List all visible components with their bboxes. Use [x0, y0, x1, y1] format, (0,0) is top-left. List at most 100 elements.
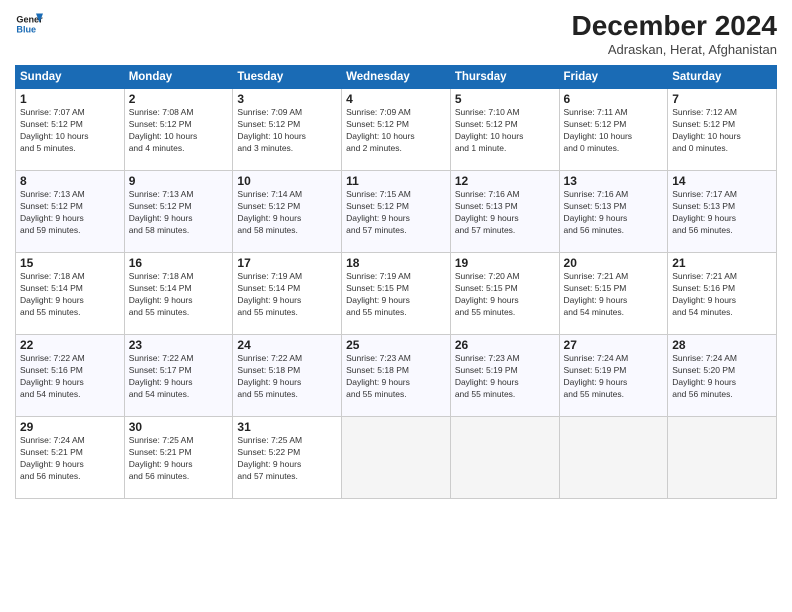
calendar-cell: 31Sunrise: 7:25 AMSunset: 5:22 PMDayligh…	[233, 417, 342, 499]
calendar-cell: 4Sunrise: 7:09 AMSunset: 5:12 PMDaylight…	[342, 89, 451, 171]
calendar-cell: 7Sunrise: 7:12 AMSunset: 5:12 PMDaylight…	[668, 89, 777, 171]
day-info: Sunrise: 7:13 AMSunset: 5:12 PMDaylight:…	[129, 189, 229, 237]
svg-text:Blue: Blue	[16, 24, 36, 34]
calendar-week-3: 15Sunrise: 7:18 AMSunset: 5:14 PMDayligh…	[16, 253, 777, 335]
day-info: Sunrise: 7:21 AMSunset: 5:15 PMDaylight:…	[564, 271, 664, 319]
day-info: Sunrise: 7:22 AMSunset: 5:18 PMDaylight:…	[237, 353, 337, 401]
day-info: Sunrise: 7:15 AMSunset: 5:12 PMDaylight:…	[346, 189, 446, 237]
day-info: Sunrise: 7:09 AMSunset: 5:12 PMDaylight:…	[346, 107, 446, 155]
day-info: Sunrise: 7:16 AMSunset: 5:13 PMDaylight:…	[455, 189, 555, 237]
calendar-cell: 20Sunrise: 7:21 AMSunset: 5:15 PMDayligh…	[559, 253, 668, 335]
day-number: 8	[20, 174, 120, 188]
day-number: 4	[346, 92, 446, 106]
day-info: Sunrise: 7:25 AMSunset: 5:22 PMDaylight:…	[237, 435, 337, 483]
day-number: 22	[20, 338, 120, 352]
calendar-cell: 8Sunrise: 7:13 AMSunset: 5:12 PMDaylight…	[16, 171, 125, 253]
day-number: 27	[564, 338, 664, 352]
weekday-header-monday: Monday	[124, 66, 233, 89]
calendar-cell: 15Sunrise: 7:18 AMSunset: 5:14 PMDayligh…	[16, 253, 125, 335]
day-number: 13	[564, 174, 664, 188]
weekday-header-friday: Friday	[559, 66, 668, 89]
day-number: 18	[346, 256, 446, 270]
calendar-cell: 14Sunrise: 7:17 AMSunset: 5:13 PMDayligh…	[668, 171, 777, 253]
calendar-cell: 21Sunrise: 7:21 AMSunset: 5:16 PMDayligh…	[668, 253, 777, 335]
day-number: 6	[564, 92, 664, 106]
logo-icon: General Blue	[15, 10, 43, 38]
day-info: Sunrise: 7:11 AMSunset: 5:12 PMDaylight:…	[564, 107, 664, 155]
calendar-cell: 28Sunrise: 7:24 AMSunset: 5:20 PMDayligh…	[668, 335, 777, 417]
day-number: 5	[455, 92, 555, 106]
calendar-cell: 22Sunrise: 7:22 AMSunset: 5:16 PMDayligh…	[16, 335, 125, 417]
day-number: 31	[237, 420, 337, 434]
day-info: Sunrise: 7:18 AMSunset: 5:14 PMDaylight:…	[129, 271, 229, 319]
calendar-container: General Blue December 2024 Adraskan, Her…	[0, 0, 792, 509]
day-number: 9	[129, 174, 229, 188]
day-info: Sunrise: 7:13 AMSunset: 5:12 PMDaylight:…	[20, 189, 120, 237]
calendar-cell: 27Sunrise: 7:24 AMSunset: 5:19 PMDayligh…	[559, 335, 668, 417]
calendar-cell: 26Sunrise: 7:23 AMSunset: 5:19 PMDayligh…	[450, 335, 559, 417]
day-number: 28	[672, 338, 772, 352]
calendar-week-5: 29Sunrise: 7:24 AMSunset: 5:21 PMDayligh…	[16, 417, 777, 499]
day-info: Sunrise: 7:09 AMSunset: 5:12 PMDaylight:…	[237, 107, 337, 155]
calendar-cell: 13Sunrise: 7:16 AMSunset: 5:13 PMDayligh…	[559, 171, 668, 253]
day-info: Sunrise: 7:07 AMSunset: 5:12 PMDaylight:…	[20, 107, 120, 155]
calendar-cell: 19Sunrise: 7:20 AMSunset: 5:15 PMDayligh…	[450, 253, 559, 335]
day-info: Sunrise: 7:20 AMSunset: 5:15 PMDaylight:…	[455, 271, 555, 319]
header: General Blue December 2024 Adraskan, Her…	[15, 10, 777, 57]
calendar-cell: 9Sunrise: 7:13 AMSunset: 5:12 PMDaylight…	[124, 171, 233, 253]
day-number: 20	[564, 256, 664, 270]
calendar-table: SundayMondayTuesdayWednesdayThursdayFrid…	[15, 65, 777, 499]
logo: General Blue	[15, 10, 43, 38]
day-info: Sunrise: 7:16 AMSunset: 5:13 PMDaylight:…	[564, 189, 664, 237]
day-number: 19	[455, 256, 555, 270]
day-info: Sunrise: 7:23 AMSunset: 5:19 PMDaylight:…	[455, 353, 555, 401]
calendar-cell	[668, 417, 777, 499]
day-number: 11	[346, 174, 446, 188]
calendar-cell	[450, 417, 559, 499]
calendar-week-4: 22Sunrise: 7:22 AMSunset: 5:16 PMDayligh…	[16, 335, 777, 417]
location-subtitle: Adraskan, Herat, Afghanistan	[572, 42, 777, 57]
calendar-cell: 24Sunrise: 7:22 AMSunset: 5:18 PMDayligh…	[233, 335, 342, 417]
calendar-cell	[342, 417, 451, 499]
day-info: Sunrise: 7:24 AMSunset: 5:20 PMDaylight:…	[672, 353, 772, 401]
calendar-cell: 2Sunrise: 7:08 AMSunset: 5:12 PMDaylight…	[124, 89, 233, 171]
day-info: Sunrise: 7:23 AMSunset: 5:18 PMDaylight:…	[346, 353, 446, 401]
day-number: 16	[129, 256, 229, 270]
title-block: December 2024 Adraskan, Herat, Afghanist…	[572, 10, 777, 57]
weekday-header-saturday: Saturday	[668, 66, 777, 89]
day-info: Sunrise: 7:25 AMSunset: 5:21 PMDaylight:…	[129, 435, 229, 483]
day-info: Sunrise: 7:19 AMSunset: 5:15 PMDaylight:…	[346, 271, 446, 319]
day-number: 1	[20, 92, 120, 106]
day-number: 25	[346, 338, 446, 352]
calendar-week-2: 8Sunrise: 7:13 AMSunset: 5:12 PMDaylight…	[16, 171, 777, 253]
day-number: 15	[20, 256, 120, 270]
calendar-cell: 16Sunrise: 7:18 AMSunset: 5:14 PMDayligh…	[124, 253, 233, 335]
day-info: Sunrise: 7:10 AMSunset: 5:12 PMDaylight:…	[455, 107, 555, 155]
calendar-cell: 3Sunrise: 7:09 AMSunset: 5:12 PMDaylight…	[233, 89, 342, 171]
calendar-cell: 5Sunrise: 7:10 AMSunset: 5:12 PMDaylight…	[450, 89, 559, 171]
month-title: December 2024	[572, 10, 777, 42]
weekday-header-row: SundayMondayTuesdayWednesdayThursdayFrid…	[16, 66, 777, 89]
day-info: Sunrise: 7:21 AMSunset: 5:16 PMDaylight:…	[672, 271, 772, 319]
calendar-week-1: 1Sunrise: 7:07 AMSunset: 5:12 PMDaylight…	[16, 89, 777, 171]
day-number: 3	[237, 92, 337, 106]
calendar-cell	[559, 417, 668, 499]
calendar-cell: 6Sunrise: 7:11 AMSunset: 5:12 PMDaylight…	[559, 89, 668, 171]
day-number: 14	[672, 174, 772, 188]
day-info: Sunrise: 7:18 AMSunset: 5:14 PMDaylight:…	[20, 271, 120, 319]
day-info: Sunrise: 7:08 AMSunset: 5:12 PMDaylight:…	[129, 107, 229, 155]
weekday-header-wednesday: Wednesday	[342, 66, 451, 89]
calendar-cell: 10Sunrise: 7:14 AMSunset: 5:12 PMDayligh…	[233, 171, 342, 253]
day-number: 2	[129, 92, 229, 106]
day-number: 17	[237, 256, 337, 270]
day-info: Sunrise: 7:24 AMSunset: 5:19 PMDaylight:…	[564, 353, 664, 401]
day-info: Sunrise: 7:12 AMSunset: 5:12 PMDaylight:…	[672, 107, 772, 155]
day-number: 12	[455, 174, 555, 188]
day-info: Sunrise: 7:22 AMSunset: 5:17 PMDaylight:…	[129, 353, 229, 401]
day-info: Sunrise: 7:14 AMSunset: 5:12 PMDaylight:…	[237, 189, 337, 237]
day-info: Sunrise: 7:22 AMSunset: 5:16 PMDaylight:…	[20, 353, 120, 401]
calendar-cell: 30Sunrise: 7:25 AMSunset: 5:21 PMDayligh…	[124, 417, 233, 499]
day-number: 30	[129, 420, 229, 434]
day-info: Sunrise: 7:17 AMSunset: 5:13 PMDaylight:…	[672, 189, 772, 237]
weekday-header-sunday: Sunday	[16, 66, 125, 89]
